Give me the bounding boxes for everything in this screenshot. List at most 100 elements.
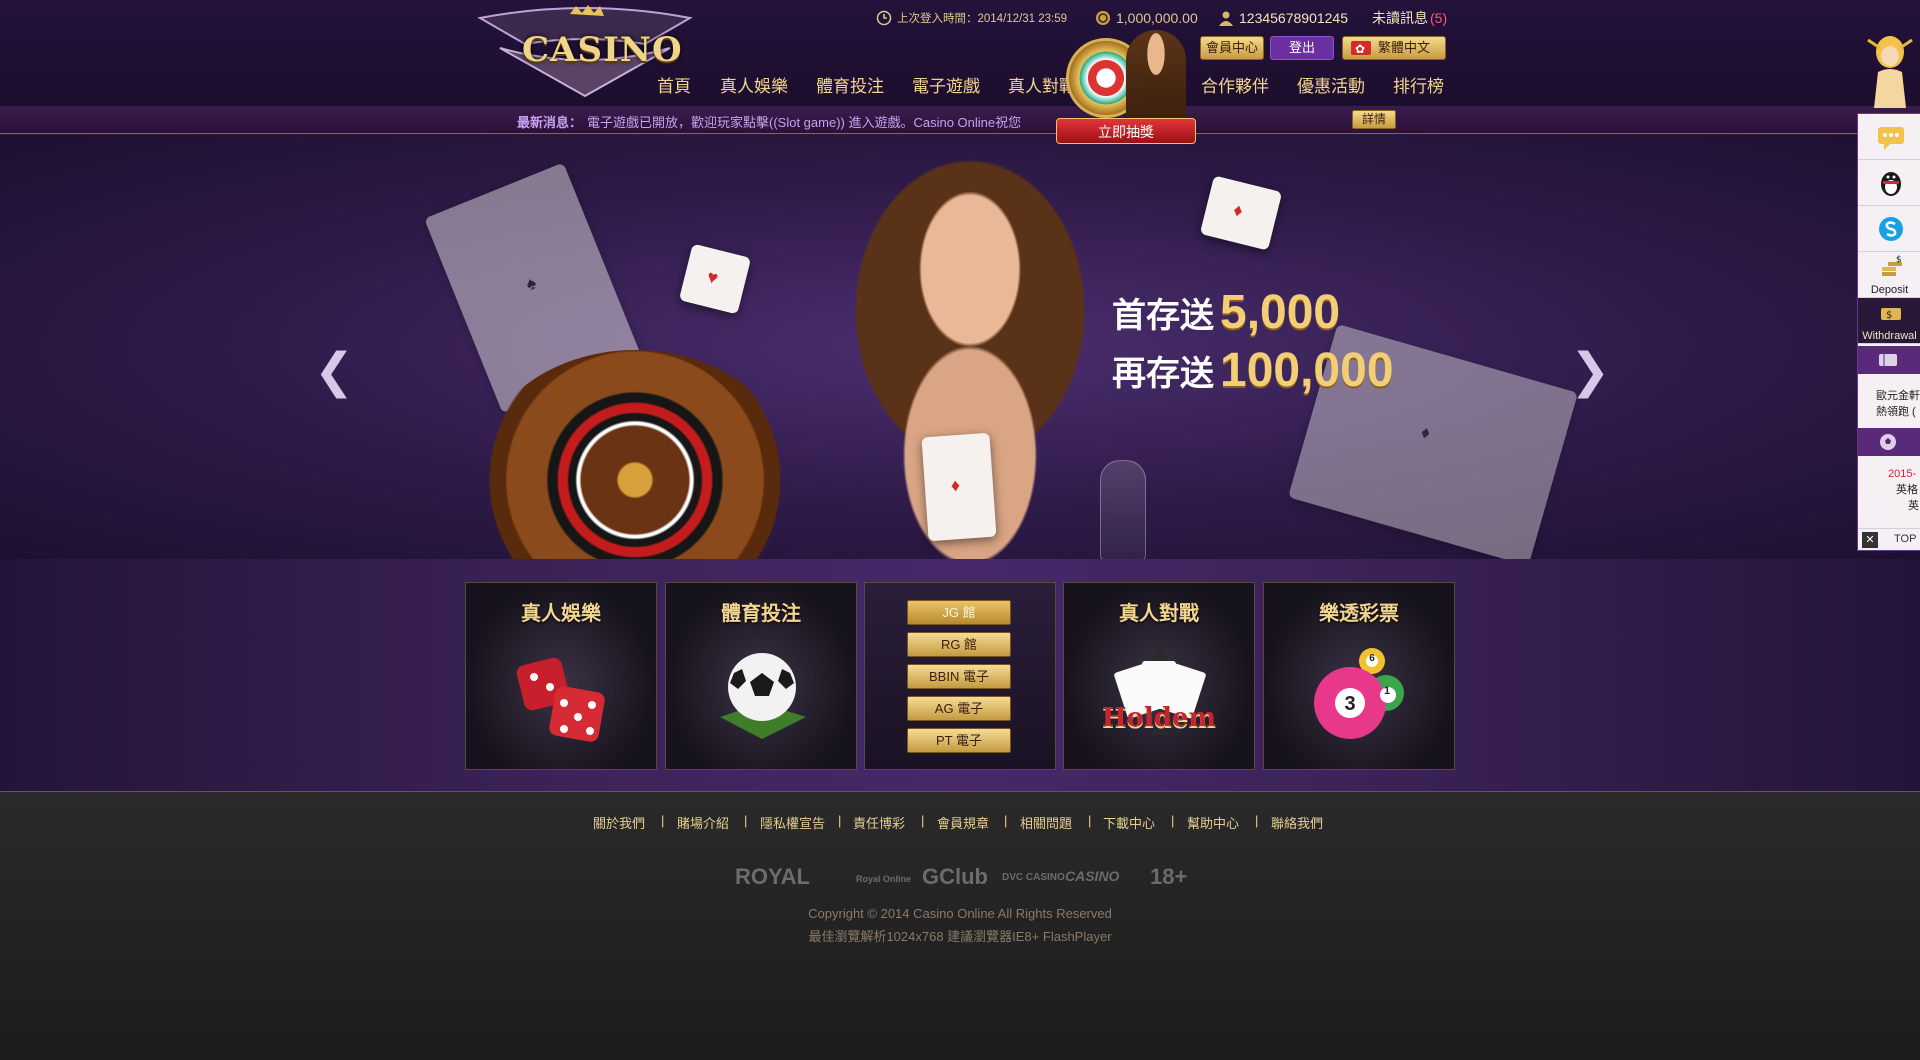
chat-bubble-icon <box>1878 127 1904 150</box>
clock-icon <box>876 10 892 26</box>
mascot-girl-icon[interactable] <box>1860 30 1920 112</box>
dice-icon <box>516 657 605 742</box>
wine-glass-image <box>1100 460 1146 559</box>
footer-link-help[interactable]: 幫助中心 <box>1187 813 1239 832</box>
footer-separator: | <box>744 813 748 828</box>
dock-news-header <box>1858 428 1920 456</box>
tile-sports[interactable]: 體育投注 <box>665 582 857 770</box>
lottery-balls-icon <box>1314 648 1404 739</box>
holdem-logo-text: Holdem <box>1101 703 1217 733</box>
lottery-draw-badge[interactable]: 立即抽獎 <box>1056 30 1196 148</box>
dock-news-line[interactable]: 英格 <box>1896 482 1918 498</box>
footer-link-member-rules[interactable]: 會員規章 <box>937 813 989 832</box>
hong-kong-flag-icon <box>1351 38 1371 60</box>
promo-second-deposit-label: 再存送 <box>1112 355 1214 393</box>
diamond-icon: ♦ <box>1231 199 1246 222</box>
tile-live-casino[interactable]: 真人娛樂 <box>465 582 657 770</box>
age-restriction-badge: 18+ <box>1150 864 1188 889</box>
lottery-draw-label: 立即抽獎 <box>1056 118 1196 144</box>
withdrawal-label: Withdrawal <box>1862 330 1917 342</box>
footer-link-about[interactable]: 關於我們 <box>593 813 645 832</box>
qq-penguin-icon <box>1881 172 1901 196</box>
nav-live-casino[interactable]: 真人娛樂 <box>720 72 788 97</box>
nav-partners[interactable]: 合作夥伴 <box>1201 72 1269 97</box>
banner-prev-arrow[interactable]: ❮ <box>314 343 354 399</box>
footer-link-faq[interactable]: 相關問題 <box>1020 813 1072 832</box>
footer-separator: | <box>838 813 842 828</box>
footer-link-casino-intro[interactable]: 賭場介紹 <box>677 813 729 832</box>
news-detail-button[interactable]: 詳情 <box>1352 110 1396 129</box>
account-info: 12345678901245 <box>1218 8 1348 28</box>
tile-slot-games: JG 館 RG 館 BBIN 電子 AG 電子 PT 電子 <box>864 582 1056 770</box>
language-selector[interactable]: 繁體中文 <box>1342 36 1446 60</box>
promo-first-deposit-label: 首存送 <box>1112 297 1214 335</box>
banner-next-arrow[interactable]: ❯ <box>1570 343 1610 399</box>
tile-title: 真人對戰 <box>1119 603 1199 625</box>
header: CASINO 上次登入時間：2014/12/31 23:59 1,000,000… <box>0 0 1920 106</box>
tile-title: 真人娛樂 <box>521 603 601 625</box>
unread-messages-link[interactable]: 未讀訊息 (5) <box>1372 8 1447 28</box>
spade-icon: ♠ <box>522 272 540 295</box>
last-login-info: 上次登入時間：2014/12/31 23:59 <box>876 8 1067 28</box>
language-label: 繁體中文 <box>1377 40 1430 55</box>
footer-link-privacy[interactable]: 隱私權宣告 <box>760 813 825 832</box>
footer-link-contact[interactable]: 聯絡我們 <box>1271 813 1323 832</box>
dock-withdrawal[interactable]: $ Withdrawal <box>1858 298 1920 344</box>
deposit-promo[interactable]: 首存送 5,000 再存送 100,000 <box>1112 285 1394 401</box>
footer-separator: | <box>661 813 665 828</box>
balance-value: 1,000,000.00 <box>1116 10 1198 26</box>
footer: 關於我們 | 賭場介紹 | 隱私權宣告 | 責任博彩 | 會員規章 | 相關問題… <box>0 791 1920 1060</box>
tile-lottery[interactable]: 樂透彩票 3 6 1 <box>1263 582 1455 770</box>
card-image: ♦ <box>1199 175 1283 251</box>
card-image: ♥ <box>678 243 752 315</box>
nav-home[interactable]: 首頁 <box>657 72 691 97</box>
news-message[interactable]: 電子遊戲已開放，歡迎玩家點擊((Slot game)) 進入遊戲。Casino … <box>587 112 1067 131</box>
slot-hall-ag[interactable]: AG 電子 <box>907 696 1011 721</box>
nav-sports[interactable]: 體育投注 <box>816 72 884 97</box>
coin-icon <box>1096 11 1110 25</box>
unread-label: 未讀訊息 <box>1372 10 1428 26</box>
footer-link-responsible-gaming[interactable]: 責任博彩 <box>853 813 905 832</box>
footer-separator: | <box>1088 813 1092 828</box>
dock-news-line[interactable]: 2015- <box>1888 466 1916 482</box>
browser-recommendation: 最佳瀏覽解析1024x768 建議瀏覽器IE8+ FlashPlayer <box>808 929 1112 944</box>
copyright-text: Copyright © 2014 Casino Online All Right… <box>808 906 1112 921</box>
nav-leaderboard[interactable]: 排行榜 <box>1393 72 1444 97</box>
lottery-ball-number: 6 <box>1369 653 1375 664</box>
nav-promotions[interactable]: 優惠活動 <box>1297 72 1365 97</box>
svg-text:$: $ <box>1886 310 1892 321</box>
partner-logo-royal: ROYAL <box>735 864 810 889</box>
slot-hall-jg[interactable]: JG 館 <box>907 600 1011 625</box>
cash-withdrawal-icon: $ <box>1881 308 1901 321</box>
slot-hall-bbin[interactable]: BBIN 電子 <box>907 664 1011 689</box>
footer-link-download[interactable]: 下載中心 <box>1103 813 1155 832</box>
hostess-image <box>1126 30 1186 126</box>
heart-icon: ♥ <box>705 266 721 289</box>
soccer-ball-icon <box>720 653 806 739</box>
dock-chat[interactable] <box>1858 114 1920 160</box>
member-center-button[interactable]: 會員中心 <box>1200 36 1264 60</box>
close-icon[interactable]: ✕ <box>1862 532 1878 548</box>
dock-promo-line[interactable]: 歐元金軒 <box>1876 388 1920 404</box>
tile-title: 樂透彩票 <box>1319 603 1399 625</box>
dock-qq[interactable] <box>1858 160 1920 206</box>
dock-deposit[interactable]: $ Deposit <box>1858 252 1920 298</box>
account-number: 12345678901245 <box>1239 10 1349 26</box>
dock-skype[interactable] <box>1858 206 1920 252</box>
dock-news-line[interactable]: 英 <box>1908 498 1919 514</box>
footer-separator: | <box>1004 813 1008 828</box>
logout-button[interactable]: 登出 <box>1270 36 1334 60</box>
hero-banner: ❮ ❯ ♠ ♥ ♦ ♦ ♦ 首存送 5,000 再存送 100,000 <box>0 135 1920 559</box>
slot-hall-pt[interactable]: PT 電子 <box>907 728 1011 753</box>
news-label: 最新消息： <box>517 115 583 130</box>
slot-hall-rg[interactable]: RG 館 <box>907 632 1011 657</box>
nav-slots[interactable]: 電子遊戲 <box>912 72 980 97</box>
last-login-text: 上次登入時間：2014/12/31 23:59 <box>897 13 1068 25</box>
balance-info: 1,000,000.00 <box>1095 8 1198 28</box>
dock-promo-line[interactable]: 熱領跑 ( <box>1876 404 1916 420</box>
unread-count: (5) <box>1430 10 1448 26</box>
tile-live-battle[interactable]: 真人對戰 Holdem <box>1063 582 1255 770</box>
partner-logo-casino: CASINO <box>1065 868 1120 884</box>
back-to-top-button[interactable]: TOP <box>1894 533 1916 545</box>
partner-logo-royal-online: Royal Online <box>856 874 912 884</box>
